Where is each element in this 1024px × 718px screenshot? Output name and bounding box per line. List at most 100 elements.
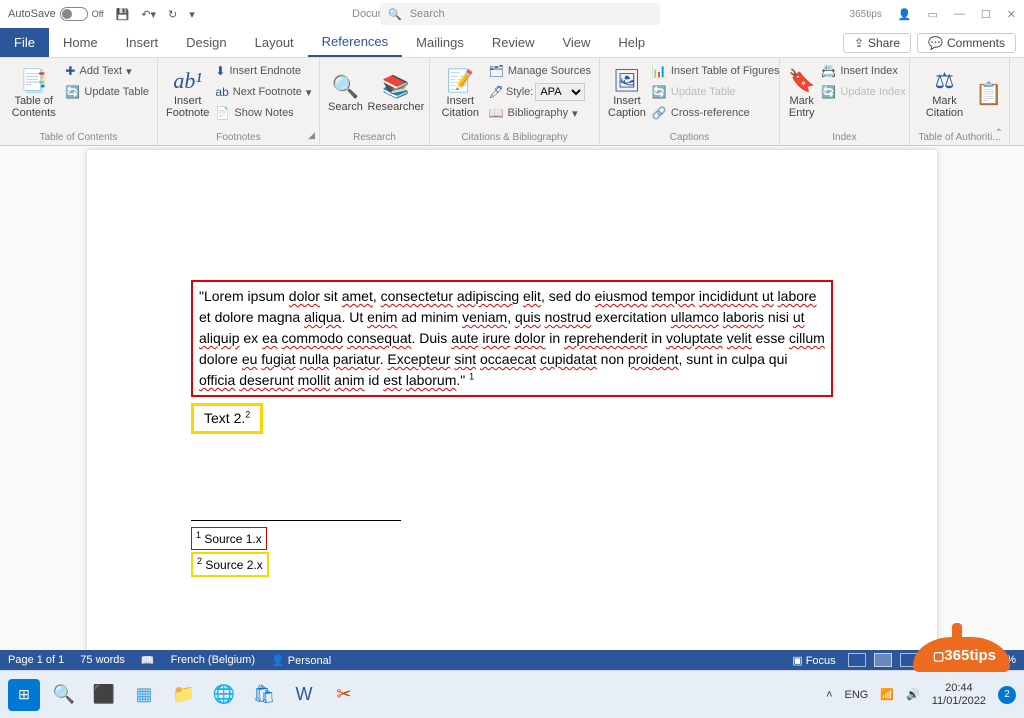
add-text-button[interactable]: ✚Add Text ▾ [65,62,149,80]
tab-design[interactable]: Design [172,28,240,57]
document-page[interactable]: "Lorem ipsum dolor sit amet, consectetur… [87,150,937,650]
footnote-ref-2[interactable]: 2 [245,409,250,419]
save-icon[interactable]: 💾 [116,8,130,21]
print-layout-icon[interactable] [874,653,892,667]
insert-citation-button[interactable]: 📝Insert Citation [438,62,483,126]
group-label-research: Research [320,132,429,143]
edge-icon[interactable]: 🌐 [208,679,240,711]
account-icon[interactable]: 👤 [898,8,912,21]
table-of-contents-button[interactable]: 📑Table of Contents [8,62,59,126]
tab-mailings[interactable]: Mailings [402,28,478,57]
mark-entry-button[interactable]: 🔖Mark Entry [788,62,815,126]
autosave-toggle[interactable] [60,7,88,21]
share-button[interactable]: ⇪Share [843,33,911,53]
tab-insert[interactable]: Insert [112,28,173,57]
title-bar: AutoSave Off 💾 ↶▾ ↻ ▾ Document1 - Word 🔍… [0,0,1024,28]
tof-icon: 📊 [652,64,667,78]
search-icon: 🔍 [388,8,402,21]
notification-badge[interactable]: 2 [998,686,1016,704]
page-indicator[interactable]: Page 1 of 1 [8,654,64,666]
collapse-ribbon-icon[interactable]: ⌃ [995,128,1003,139]
comments-button[interactable]: 💬Comments [917,33,1016,53]
tab-references[interactable]: References [308,28,402,57]
sound-icon[interactable]: 🔊 [906,688,920,701]
insert-footnote-button[interactable]: ab¹Insert Footnote [166,62,209,126]
language-indicator[interactable]: French (Belgium) [171,654,255,666]
store-icon[interactable]: 🛍 [248,679,280,711]
insert-caption-button[interactable]: 🖼Insert Caption [608,62,646,126]
search-placeholder: Search [410,8,445,20]
explorer-icon[interactable]: 📁 [168,679,200,711]
comments-icon: 💬 [928,36,943,50]
footnote-1-num: 1 [196,530,201,540]
manage-sources-icon: 🗂 [489,64,504,78]
update-tof-icon: 🔄 [652,85,667,99]
text-2: Text 2. [204,410,245,426]
task-view-icon[interactable]: ⬛ [88,679,120,711]
close-icon[interactable]: ✕ [1007,8,1016,21]
word-count[interactable]: 75 words [80,654,125,666]
paragraph-1-text: "Lorem ipsum dolor sit amet, consectetur… [199,288,825,388]
focus-mode[interactable]: ▣ Focus [792,654,835,667]
start-button[interactable]: ⊞ [8,679,40,711]
mark-citation-button[interactable]: ⚖Mark Citation [918,62,971,126]
insert-endnote-button[interactable]: ⬇Insert Endnote [215,62,311,80]
group-label-toc: Table of Contents [0,132,157,143]
snip-icon[interactable]: ✂ [328,679,360,711]
manage-sources-button[interactable]: 🗂Manage Sources [489,62,591,80]
search-box[interactable]: 🔍 Search [380,3,660,25]
citation-style-select[interactable]: 🖊Style:APA [489,83,591,101]
tab-file[interactable]: File [0,28,49,57]
title-bar-right: 365tips 👤 ▭ — ☐ ✕ [850,8,1016,21]
redo-icon[interactable]: ↻ [168,8,177,21]
footnote-icon: ab¹ [173,69,202,93]
cross-reference-button[interactable]: 🔗Cross-reference [652,104,780,122]
highlighted-text-2: Text 2.2 [191,403,263,434]
chevron-up-icon[interactable]: ˄ [826,689,832,701]
maximize-icon[interactable]: ☐ [981,8,991,21]
spell-check-icon[interactable]: 📖 [141,654,155,667]
tab-review[interactable]: Review [478,28,549,57]
show-notes-button[interactable]: 📄Show Notes [215,104,311,122]
status-bar: Page 1 of 1 75 words 📖 French (Belgium) … [0,650,1024,670]
undo-icon[interactable]: ↶▾ [141,8,156,21]
footnote-1-box: 1 Source 1.x [191,527,267,550]
tab-view[interactable]: View [548,28,604,57]
qat-more-icon[interactable]: ▾ [189,8,195,21]
footnotes-launcher-icon[interactable]: ◢ [308,130,315,141]
read-mode-icon[interactable] [848,653,866,667]
tab-home[interactable]: Home [49,28,112,57]
insert-index-button[interactable]: 📇Insert Index [821,62,905,80]
bibliography-icon: 📖 [489,106,504,120]
footnote-2-box: 2 Source 2.x [191,552,269,577]
keyboard-lang[interactable]: ENG [845,689,869,701]
citation-icon: 📝 [447,69,474,93]
widgets-icon[interactable]: ▦ [128,679,160,711]
footnote-ref-1[interactable]: 1 [469,371,474,381]
word-icon[interactable]: W [288,679,320,711]
search-task-icon[interactable]: 🔍 [48,679,80,711]
table-of-figures-button[interactable]: 📊Insert Table of Figures [652,62,780,80]
quick-access-toolbar: 💾 ↶▾ ↻ ▾ [116,8,195,21]
mark-citation-icon: ⚖ [935,69,955,93]
tab-help[interactable]: Help [604,28,659,57]
personal-indicator[interactable]: 👤 Personal [271,654,331,667]
document-area[interactable]: "Lorem ipsum dolor sit amet, consectetur… [0,146,1024,650]
tab-layout[interactable]: Layout [241,28,308,57]
clock[interactable]: 20:44 11/01/2022 [932,682,986,706]
autosave-control[interactable]: AutoSave Off [8,7,104,21]
minimize-icon[interactable]: — [954,8,965,20]
update-table-button[interactable]: 🔄Update Table [65,83,149,101]
next-footnote-button[interactable]: abNext Footnote ▾ [215,83,311,101]
researcher-icon: 📚 [382,75,409,99]
researcher-button[interactable]: 📚Researcher [369,62,423,126]
ribbon-display-icon[interactable]: ▭ [928,8,938,21]
wifi-icon[interactable]: 📶 [880,688,894,701]
search-button[interactable]: 🔍Search [328,62,363,126]
style-dropdown[interactable]: APA [535,83,585,101]
toc-icon: 📑 [20,69,47,93]
bibliography-button[interactable]: 📖Bibliography ▾ [489,104,591,122]
insert-index-icon: 📇 [821,64,836,78]
insert-toa-button[interactable]: 📋 [977,62,1001,126]
mark-entry-icon: 🔖 [788,69,815,93]
